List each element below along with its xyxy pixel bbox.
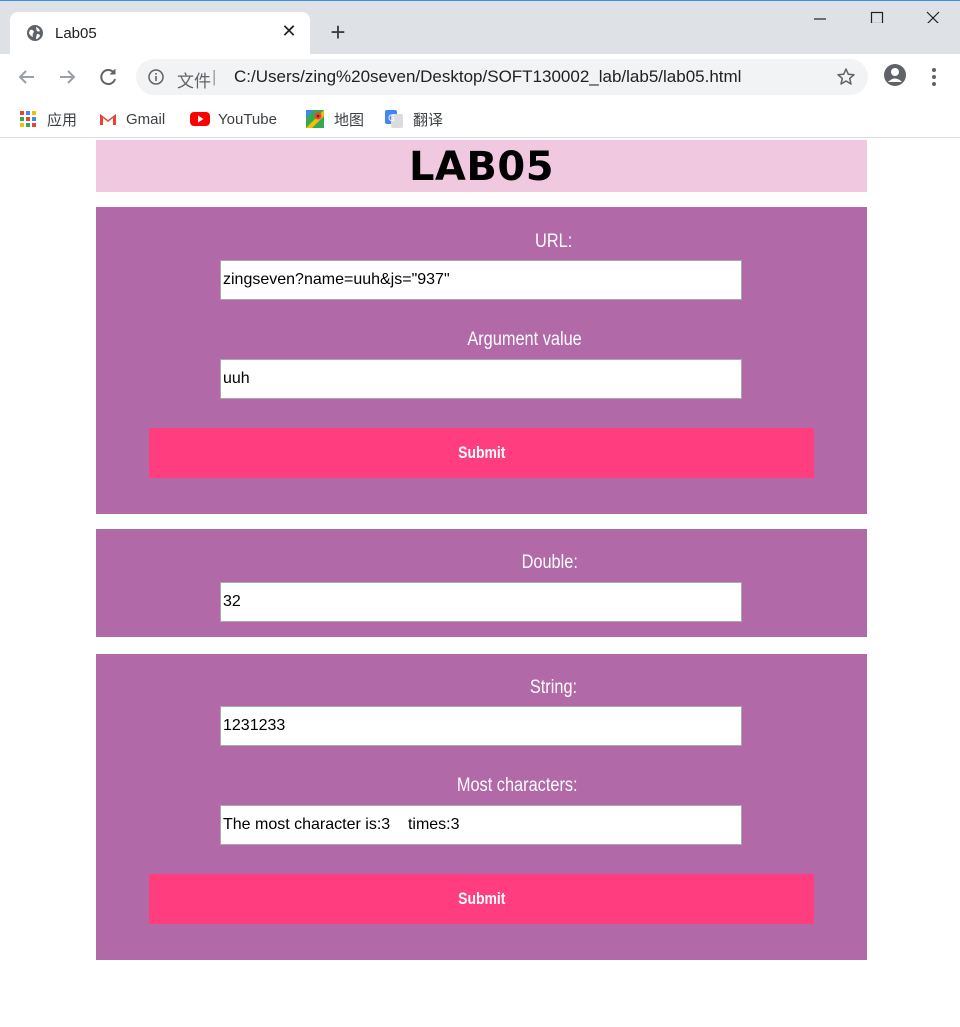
browser-tab[interactable]: Lab05 ✕: [10, 12, 310, 55]
info-icon[interactable]: [148, 69, 164, 85]
url-label: URL:: [534, 231, 573, 252]
tab-title: Lab05: [55, 25, 97, 42]
gmail-icon: [98, 110, 116, 128]
bookmark-maps[interactable]: 地图: [306, 109, 364, 129]
browser-toolbar: 文件 | C:/Users/zing%20seven/Desktop/SOFT1…: [0, 54, 960, 100]
new-tab-icon[interactable]: +: [325, 19, 351, 46]
bookmark-label: 翻译: [413, 111, 444, 129]
apps-grid-icon: [19, 110, 37, 128]
address-url[interactable]: C:/Users/zing%20seven/Desktop/SOFT130002…: [234, 67, 741, 87]
double-input[interactable]: 32: [220, 582, 742, 622]
address-scheme: 文件: [177, 72, 211, 91]
string-submit-button[interactable]: Submit: [149, 874, 814, 924]
bookmark-label: Gmail: [126, 110, 166, 128]
url-form-panel: URL: zingseven?name=uuh&js="937" Argumen…: [96, 207, 867, 514]
browser-tab-strip: Lab05 ✕ +: [0, 0, 960, 55]
argument-value-label: Argument value: [467, 329, 582, 350]
maps-icon: [306, 110, 324, 128]
more-menu-icon[interactable]: [924, 64, 944, 90]
close-window-icon[interactable]: [918, 9, 948, 33]
maximize-icon[interactable]: [862, 9, 892, 33]
string-label: String:: [529, 677, 578, 698]
address-separator: |: [212, 67, 217, 86]
forward-arrow-icon[interactable]: [54, 64, 80, 90]
youtube-icon: [190, 110, 210, 128]
translate-icon: G: [385, 110, 403, 128]
argument-value-input[interactable]: uuh: [220, 359, 742, 399]
most-characters-label: Most characters:: [457, 775, 578, 796]
bookmark-youtube[interactable]: YouTube: [190, 109, 277, 129]
tab-close-icon[interactable]: ✕: [278, 20, 300, 42]
most-characters-output[interactable]: The most character is:3 times:3: [220, 805, 742, 845]
page-title: LAB05: [408, 144, 555, 190]
profile-avatar-icon[interactable]: [883, 63, 907, 87]
reload-icon[interactable]: [95, 64, 121, 90]
bookmarks-bar: 应用 Gmail YouTube 地图 G 翻译: [0, 100, 960, 138]
globe-icon: [26, 24, 44, 42]
address-bar[interactable]: 文件 | C:/Users/zing%20seven/Desktop/SOFT1…: [136, 59, 868, 95]
double-form-panel: Double: 32: [96, 529, 867, 637]
back-arrow-icon[interactable]: [14, 64, 40, 90]
string-form-panel: String: 1231233 Most characters: The mos…: [96, 654, 867, 960]
svg-text:G: G: [388, 114, 395, 124]
bookmark-star-icon[interactable]: [836, 67, 856, 87]
page-header: LAB05: [96, 140, 867, 192]
bookmark-label: 地图: [334, 111, 365, 129]
minimize-icon[interactable]: [805, 9, 835, 33]
url-input[interactable]: zingseven?name=uuh&js="937": [220, 260, 742, 300]
string-input[interactable]: 1231233: [220, 706, 742, 746]
bookmark-apps[interactable]: 应用: [19, 109, 77, 129]
bookmark-label: YouTube: [218, 110, 277, 128]
double-label: Double:: [521, 552, 578, 573]
bookmark-label: 应用: [47, 111, 78, 129]
url-submit-button[interactable]: Submit: [149, 428, 814, 478]
bookmark-gmail[interactable]: Gmail: [98, 109, 165, 129]
bookmark-translate[interactable]: G 翻译: [385, 109, 443, 129]
